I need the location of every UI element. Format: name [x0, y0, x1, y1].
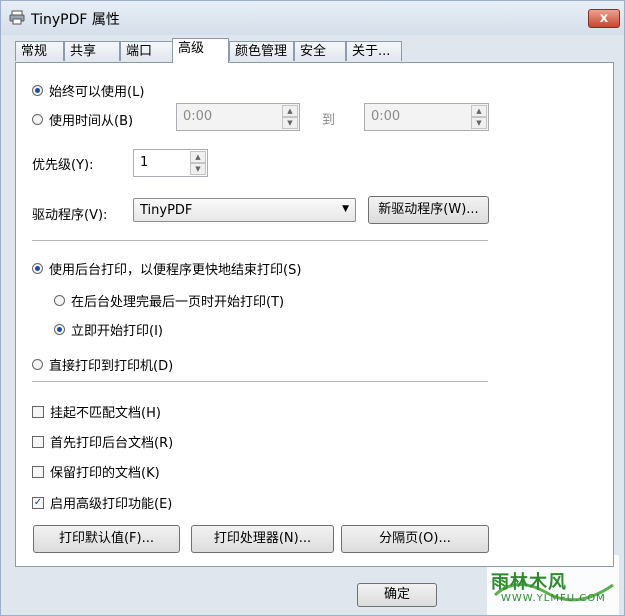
tab-sharing[interactable]: 共享: [64, 41, 120, 61]
priority-label: 优先级(Y):: [32, 158, 94, 173]
radio-button[interactable]: [32, 85, 43, 96]
chevron-down-icon[interactable]: ▼: [282, 117, 298, 129]
start-immediately-label: 立即开始打印(I): [71, 324, 163, 339]
start-after-last-page-label: 在后台处理完最后一页时开始打印(T): [71, 295, 285, 310]
printing-defaults-button[interactable]: 打印默认值(F)...: [33, 525, 180, 553]
tab-about[interactable]: 关于...: [346, 41, 402, 61]
available-from-option[interactable]: 使用时间从(B): [32, 110, 133, 129]
spool-option[interactable]: 使用后台打印，以便程序更快地结束打印(S): [32, 259, 301, 278]
chevron-down-icon[interactable]: ▼: [471, 117, 487, 129]
driver-value: TinyPDF: [140, 203, 193, 218]
checkbox[interactable]: [32, 435, 44, 448]
always-available-label: 始终可以使用(L): [49, 85, 145, 100]
print-direct-option[interactable]: 直接打印到打印机(D): [32, 355, 173, 374]
available-from-label: 使用时间从(B): [49, 114, 134, 129]
chevron-up-icon[interactable]: ▲: [471, 105, 487, 117]
radio-button[interactable]: [54, 324, 65, 335]
checkbox[interactable]: [32, 465, 44, 478]
divider: [32, 240, 488, 241]
print-spooled-first-option[interactable]: 首先打印后台文档(R): [32, 432, 173, 451]
keep-printed-label: 保留打印的文档(K): [50, 466, 160, 481]
priority-value: 1: [140, 155, 149, 170]
separator-page-button[interactable]: 分隔页(O)...: [341, 525, 489, 553]
checkbox-checked[interactable]: ✓: [32, 496, 44, 509]
hold-mismatched-label: 挂起不匹配文档(H): [50, 406, 161, 421]
keep-printed-option[interactable]: 保留打印的文档(K): [32, 462, 160, 481]
print-processor-button[interactable]: 打印处理器(N)...: [191, 525, 334, 553]
hold-mismatched-option[interactable]: 挂起不匹配文档(H): [32, 402, 161, 421]
radio-button[interactable]: [32, 114, 43, 125]
tab-advanced[interactable]: 高级: [172, 38, 229, 63]
driver-dropdown[interactable]: TinyPDF ▼: [133, 198, 356, 222]
to-label: 到: [322, 113, 336, 128]
divider: [32, 381, 488, 382]
tab-security[interactable]: 安全: [294, 41, 346, 61]
tab-color-management[interactable]: 颜色管理: [229, 41, 294, 61]
to-time-spinner[interactable]: 0:00 ▲ ▼: [364, 103, 489, 131]
watermark-url: WWW.YLMFU.COM: [501, 593, 606, 604]
window-title: TinyPDF 属性: [31, 12, 120, 28]
spool-label: 使用后台打印，以便程序更快地结束打印(S): [49, 263, 302, 278]
chevron-down-icon[interactable]: ▼: [190, 163, 206, 175]
radio-button[interactable]: [32, 359, 43, 370]
start-immediately-option[interactable]: 立即开始打印(I): [54, 320, 163, 339]
ok-button[interactable]: 确定: [357, 583, 437, 607]
dropdown-arrow-icon: ▼: [342, 204, 349, 214]
from-time-spinner[interactable]: 0:00 ▲ ▼: [176, 103, 300, 131]
radio-button[interactable]: [32, 263, 43, 274]
always-available-option[interactable]: 始终可以使用(L): [32, 81, 144, 100]
print-direct-label: 直接打印到打印机(D): [49, 359, 174, 374]
driver-label: 驱动程序(V):: [32, 208, 108, 223]
print-spooled-first-label: 首先打印后台文档(R): [50, 436, 174, 451]
printer-icon: [9, 10, 25, 25]
advanced-features-option[interactable]: ✓ 启用高级打印功能(E): [32, 493, 172, 512]
to-time-value: 0:00: [371, 109, 401, 124]
tab-ports[interactable]: 端口: [120, 41, 174, 61]
new-driver-button[interactable]: 新驱动程序(W)...: [368, 196, 489, 224]
properties-dialog: TinyPDF 属性 x 常规 共享 端口 高级 颜色管理 安全 关于... 始…: [0, 0, 625, 616]
advanced-panel: 始终可以使用(L) 使用时间从(B) 0:00 ▲ ▼ 到 0:00 ▲ ▼ 优先级…: [15, 62, 614, 567]
chevron-up-icon[interactable]: ▲: [190, 151, 206, 163]
from-time-value: 0:00: [183, 109, 213, 124]
watermark-text: 雨林木风: [491, 572, 567, 593]
radio-button[interactable]: [54, 295, 65, 306]
title-bar[interactable]: TinyPDF 属性 x: [1, 1, 624, 35]
advanced-features-label: 启用高级打印功能(E): [50, 497, 173, 512]
checkbox[interactable]: [32, 405, 44, 418]
priority-spinner[interactable]: 1 ▲ ▼: [133, 149, 208, 177]
tab-general[interactable]: 常规: [15, 41, 64, 61]
start-after-last-page-option[interactable]: 在后台处理完最后一页时开始打印(T): [54, 291, 284, 310]
chevron-up-icon[interactable]: ▲: [282, 105, 298, 117]
close-button[interactable]: x: [588, 9, 620, 28]
